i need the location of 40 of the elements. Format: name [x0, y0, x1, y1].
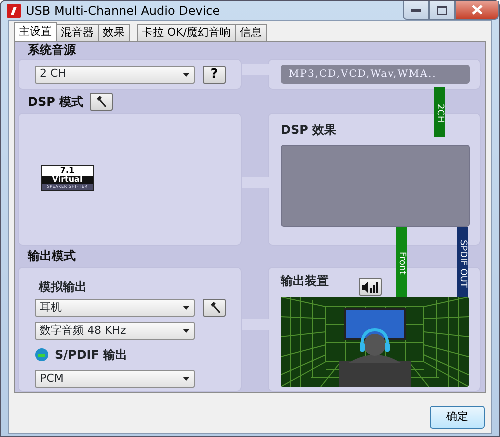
- maximize-icon: [437, 6, 447, 14]
- caret-icon: [183, 329, 190, 333]
- analog-output-label: 模拟输出: [38, 280, 88, 294]
- dropdown[interactable]: 数字音频 48 KHz: [35, 322, 195, 340]
- close-button[interactable]: [455, 1, 499, 20]
- section-label: 输出模式: [28, 248, 76, 265]
- minimize-button[interactable]: [403, 1, 429, 20]
- close-icon: [472, 5, 482, 15]
- tab[interactable]: 信息: [235, 24, 268, 41]
- caret-icon: [183, 377, 190, 381]
- tab[interactable]: 混音器: [56, 24, 99, 41]
- window-title: USB Multi-Channel Audio Device: [26, 2, 220, 20]
- ok-button[interactable]: 确定: [430, 406, 485, 429]
- minimize-icon: [411, 8, 421, 12]
- connector-bar: 2CH: [434, 87, 445, 137]
- dropdown[interactable]: 2 CH: [35, 66, 195, 84]
- spdif-output-label: S/PDIF 输出: [55, 348, 128, 362]
- caret-icon: [183, 72, 190, 76]
- section-label: 输出装置: [281, 273, 329, 289]
- speaker-button[interactable]: [359, 278, 382, 296]
- caret-icon: [183, 306, 190, 310]
- hammer-button[interactable]: [90, 93, 113, 111]
- tab[interactable]: 卡拉 OK/魔幻音响: [137, 24, 236, 41]
- dropdown[interactable]: PCM: [35, 370, 195, 388]
- maximize-button[interactable]: [429, 1, 455, 20]
- hammer-button[interactable]: [203, 299, 226, 317]
- app-icon: [7, 4, 21, 18]
- tab[interactable]: 效果: [98, 24, 130, 41]
- hammer-icon: [95, 96, 108, 108]
- connector-bar: Front: [396, 227, 407, 297]
- section-label: 系统音源: [28, 42, 76, 59]
- hammer-icon: [208, 302, 220, 314]
- toggle-icon[interactable]: [35, 348, 49, 362]
- supported-formats: MP3,CD,VCD,Wav,WMA..: [281, 65, 470, 84]
- tab[interactable]: 主设置: [14, 22, 57, 41]
- section-label: DSP 模式: [28, 94, 84, 111]
- help-button[interactable]: ?: [203, 66, 226, 84]
- dropdown[interactable]: 耳机: [35, 299, 195, 317]
- connector-bar: SPDIF OUT: [457, 227, 468, 297]
- section-label: DSP 效果: [281, 123, 338, 137]
